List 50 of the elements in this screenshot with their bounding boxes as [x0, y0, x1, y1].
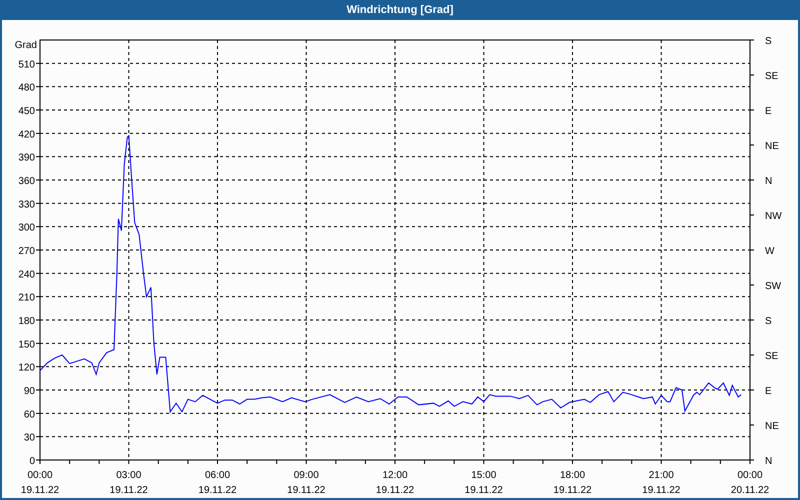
- x-axis-time-label: 15:00: [471, 470, 496, 481]
- y-axis-label: 480: [18, 82, 35, 94]
- compass-axis-label: SW: [765, 281, 782, 292]
- compass-axis-label: S: [765, 316, 772, 327]
- y-axis-label: 510: [18, 59, 35, 70]
- compass-axis-label: N: [765, 176, 772, 187]
- x-axis-date-label: 19.11.22: [20, 485, 60, 496]
- x-axis-date-label: 19.11.22: [464, 485, 503, 496]
- x-axis-date-label: 19.11.22: [287, 485, 326, 496]
- compass-axis-label: NE: [765, 141, 779, 152]
- y-axis-label: 300: [18, 222, 35, 234]
- x-axis-time-label: 12:00: [382, 470, 408, 481]
- y-axis-label: 450: [18, 106, 35, 117]
- x-axis-time-label: 06:00: [204, 470, 230, 481]
- y-axis-label: 360: [18, 176, 35, 187]
- x-axis-time-label: 18:00: [560, 470, 586, 481]
- x-axis-date-label: 19.11.22: [642, 485, 680, 496]
- x-axis-date-label: 19.11.22: [376, 485, 414, 496]
- y-axis-label: 90: [24, 386, 35, 397]
- compass-axis-label: NW: [765, 211, 782, 222]
- compass-axis-label: SE: [765, 351, 778, 362]
- y-axis-label: 60: [24, 409, 35, 420]
- x-axis-date-label: 19.11.22: [553, 485, 592, 496]
- compass-axis-label: N: [765, 456, 772, 467]
- y-axis-label: 0: [29, 456, 35, 467]
- x-axis-time-label: 21:00: [648, 470, 674, 481]
- x-axis-date-label: 19.11.22: [198, 485, 237, 496]
- compass-axis-label: E: [765, 106, 772, 117]
- y-axis-label: 120: [18, 362, 35, 374]
- compass-axis-label: W: [765, 246, 774, 257]
- x-axis-time-label: 09:00: [294, 470, 319, 481]
- x-axis-time-label: 00:00: [737, 470, 763, 481]
- y-axis-label: 420: [18, 129, 35, 140]
- x-axis-date-label: 19.11.22: [110, 485, 148, 496]
- y-axis-title: Grad: [14, 40, 37, 51]
- y-axis-label: 30: [24, 432, 35, 444]
- y-axis-label: 270: [18, 246, 35, 257]
- y-axis-label: 210: [18, 292, 35, 304]
- y-axis-label: 390: [18, 152, 35, 164]
- compass-axis-label: S: [765, 36, 772, 47]
- y-axis-label: 150: [18, 339, 35, 350]
- compass-axis-label: NE: [765, 421, 779, 432]
- compass-axis-label: E: [765, 386, 772, 397]
- x-axis-date-label: 20.11.22: [730, 485, 770, 496]
- x-axis-time-label: 03:00: [116, 470, 142, 481]
- y-axis-label: 330: [18, 199, 35, 210]
- y-axis-label: 180: [18, 316, 35, 327]
- x-axis-time-label: 00:00: [27, 470, 53, 481]
- y-axis-label: 240: [18, 269, 35, 280]
- compass-axis-label: SE: [765, 71, 778, 82]
